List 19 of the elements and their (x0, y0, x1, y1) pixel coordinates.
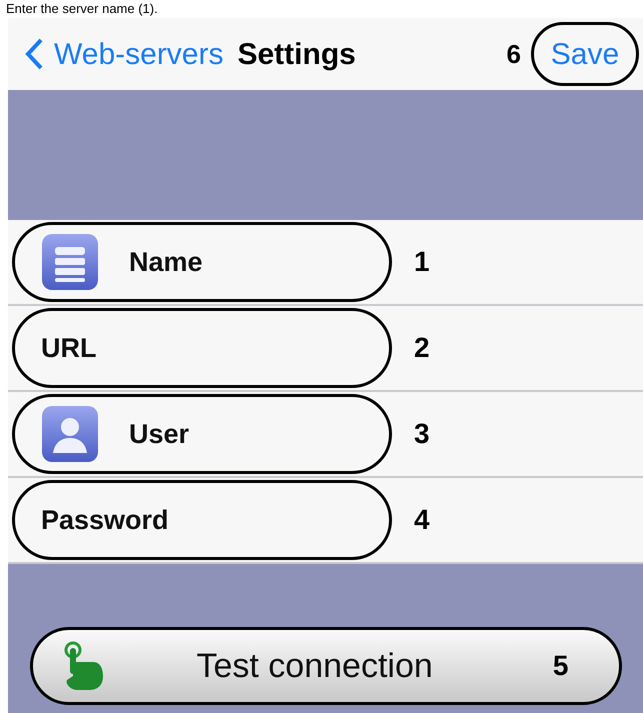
callout-number: 2 (414, 331, 430, 365)
back-chevron-icon (24, 37, 44, 71)
callout-number: 4 (414, 503, 430, 537)
save-button[interactable]: Save (531, 22, 639, 86)
callout-number: 5 (552, 649, 568, 683)
field-label[interactable]: Name (129, 242, 203, 282)
callout-number: 6 (506, 38, 521, 70)
caption: Enter the server name (1). (5, 0, 159, 18)
nav-title: Settings (237, 36, 356, 72)
field-label[interactable]: User (129, 414, 190, 454)
field-label[interactable]: URL (41, 328, 96, 368)
server-icon (41, 233, 99, 291)
back-button[interactable]: Web-servers (24, 32, 224, 76)
field-label[interactable]: Password (41, 500, 169, 540)
user-icon (41, 405, 99, 463)
callout-number: 3 (414, 417, 430, 451)
button-label: Test connection (196, 646, 433, 686)
callout-number: 1 (414, 245, 430, 279)
test-connection-button[interactable]: Test connection 5 (30, 627, 622, 705)
